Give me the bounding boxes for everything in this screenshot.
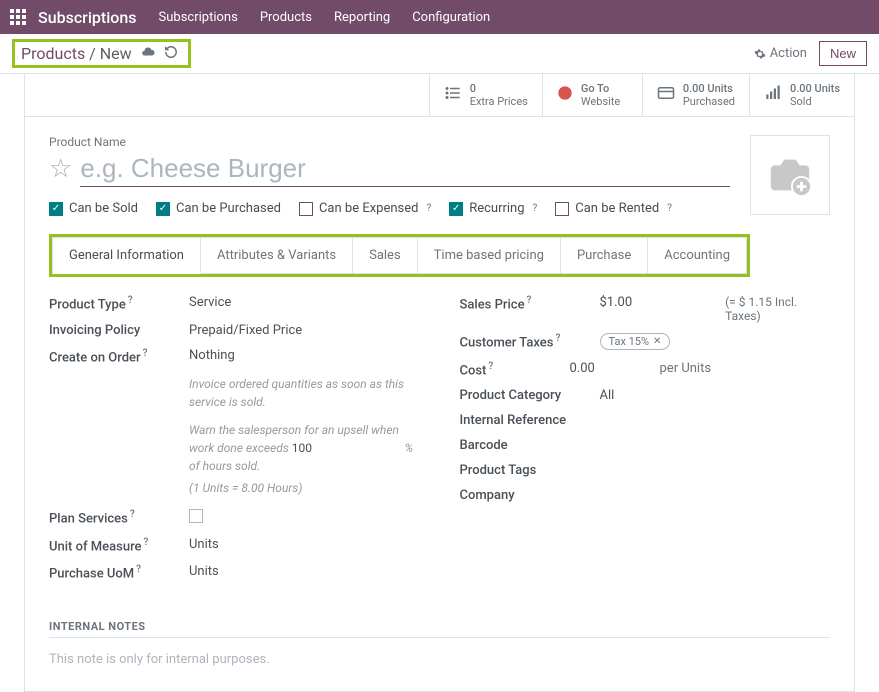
check-can-be-expensed[interactable]: Can be Expensed? xyxy=(299,201,431,216)
tab-sales[interactable]: Sales xyxy=(353,237,418,274)
help-icon[interactable]: ? xyxy=(527,295,532,306)
field-cost[interactable]: 0.00 xyxy=(570,361,660,378)
help-icon[interactable]: ? xyxy=(144,537,149,548)
bars-icon xyxy=(764,84,782,106)
field-uom[interactable]: Units xyxy=(189,537,420,552)
menu-subscriptions[interactable]: Subscriptions xyxy=(159,10,238,25)
sales-price-incl-taxes: (= $ 1.15 Incl. Taxes) xyxy=(725,295,830,323)
product-name-label: Product Name xyxy=(49,135,730,149)
label-sales-price: Sales Price? xyxy=(460,295,600,312)
check-can-be-sold[interactable]: ✓Can be Sold xyxy=(49,201,138,216)
control-bar: Products / New Action New xyxy=(0,34,879,74)
favorite-star-icon[interactable]: ☆ xyxy=(49,154,72,184)
field-product-category[interactable]: All xyxy=(600,388,831,403)
menu-configuration[interactable]: Configuration xyxy=(412,10,490,25)
label-plan-services: Plan Services? xyxy=(49,509,189,526)
check-recurring[interactable]: ✓Recurring? xyxy=(449,201,537,216)
label-purchase-uom: Purchase UoM? xyxy=(49,564,189,581)
label-invoicing-policy: Invoicing Policy xyxy=(49,323,189,338)
help-icon[interactable]: ? xyxy=(488,361,493,372)
help-icon[interactable]: ? xyxy=(130,509,135,520)
form-left-column: Product Type? Service Invoicing Policy P… xyxy=(49,295,420,591)
apps-grid-icon[interactable] xyxy=(10,9,26,25)
product-name-input[interactable] xyxy=(80,151,730,187)
upsell-threshold-input[interactable]: 100 xyxy=(292,439,402,457)
tag-remove-icon[interactable]: ✕ xyxy=(653,336,661,347)
stat-website[interactable]: Go ToWebsite xyxy=(542,74,642,116)
stat-sold[interactable]: 0.00 UnitsSold xyxy=(749,74,854,116)
menu-products[interactable]: Products xyxy=(260,10,312,25)
tab-purchase[interactable]: Purchase xyxy=(561,237,648,274)
hint-unit-hours: (1 Units = 8.00 Hours) xyxy=(189,481,420,495)
field-invoicing-policy[interactable]: Prepaid/Fixed Price xyxy=(189,323,420,338)
hint-upsell: Warn the salesperson for an upsell when … xyxy=(189,421,420,475)
camera-plus-icon xyxy=(767,152,813,198)
help-icon[interactable]: ? xyxy=(667,203,672,214)
label-create-on-order: Create on Order? xyxy=(49,348,189,365)
label-company: Company xyxy=(460,488,600,503)
tax-tag[interactable]: Tax 15%✕ xyxy=(600,333,671,350)
tab-attributes-variants[interactable]: Attributes & Variants xyxy=(201,237,353,274)
tab-time-based-pricing[interactable]: Time based pricing xyxy=(418,237,561,274)
help-icon[interactable]: ? xyxy=(555,333,560,344)
discard-icon[interactable] xyxy=(164,45,178,63)
breadcrumb-highlight: Products / New xyxy=(12,39,191,68)
app-brand: Subscriptions xyxy=(38,8,137,27)
check-can-be-rented[interactable]: Can be Rented? xyxy=(555,201,672,216)
stat-buttons: 0Extra Prices Go ToWebsite 0.00 UnitsPur… xyxy=(24,74,855,117)
field-product-type[interactable]: Service xyxy=(189,295,420,310)
form-tabs: General Information Attributes & Variant… xyxy=(52,237,747,274)
checkbox-plan-services[interactable] xyxy=(189,509,203,523)
check-can-be-purchased[interactable]: ✓Can be Purchased xyxy=(156,201,281,216)
cost-unit: per Units xyxy=(660,361,712,378)
field-purchase-uom[interactable]: Units xyxy=(189,564,420,579)
help-icon[interactable]: ? xyxy=(533,203,538,214)
label-uom: Unit of Measure? xyxy=(49,537,189,554)
help-icon[interactable]: ? xyxy=(128,295,133,306)
top-navbar: Subscriptions Subscriptions Products Rep… xyxy=(0,0,879,34)
field-create-on-order[interactable]: Nothing xyxy=(189,348,420,363)
breadcrumb-current: New xyxy=(100,44,132,63)
stat-purchased[interactable]: 0.00 UnitsPurchased xyxy=(642,74,749,116)
label-internal-reference: Internal Reference xyxy=(460,413,600,428)
save-cloud-icon[interactable] xyxy=(140,45,156,63)
action-dropdown[interactable]: Action xyxy=(754,46,807,61)
label-customer-taxes: Customer Taxes? xyxy=(460,333,600,350)
section-internal-notes-title: INTERNAL NOTES xyxy=(49,620,830,638)
label-barcode: Barcode xyxy=(460,438,600,453)
breadcrumb: Products / New xyxy=(21,44,132,63)
tab-accounting[interactable]: Accounting xyxy=(648,237,747,274)
label-product-type: Product Type? xyxy=(49,295,189,312)
hint-invoice-ordered: Invoice ordered quantities as soon as th… xyxy=(189,375,420,411)
globe-icon xyxy=(557,85,573,105)
form-right-column: Sales Price? $1.00 (= $ 1.15 Incl. Taxes… xyxy=(460,295,831,591)
breadcrumb-products-link[interactable]: Products xyxy=(21,44,85,63)
label-cost: Cost? xyxy=(460,361,570,378)
form-sheet: Product Name ☆ ✓Can be Sold ✓Can be Purc… xyxy=(24,117,855,691)
tabs-highlight: General Information Attributes & Variant… xyxy=(49,234,750,277)
help-icon[interactable]: ? xyxy=(136,564,141,575)
stat-extra-prices[interactable]: 0Extra Prices xyxy=(429,74,542,116)
top-menu: Subscriptions Products Reporting Configu… xyxy=(159,10,491,25)
internal-notes-input[interactable]: This note is only for internal purposes. xyxy=(49,652,830,667)
help-icon[interactable]: ? xyxy=(426,203,431,214)
label-product-category: Product Category xyxy=(460,388,600,403)
tab-general-information[interactable]: General Information xyxy=(52,237,201,274)
help-icon[interactable]: ? xyxy=(143,348,148,359)
menu-reporting[interactable]: Reporting xyxy=(334,10,390,25)
field-customer-taxes[interactable]: Tax 15%✕ xyxy=(600,333,831,350)
label-product-tags: Product Tags xyxy=(460,463,600,478)
list-icon xyxy=(444,84,462,106)
new-button[interactable]: New xyxy=(819,41,867,66)
product-image-upload[interactable] xyxy=(750,135,830,215)
field-sales-price[interactable]: $1.00 xyxy=(600,295,686,323)
gear-icon xyxy=(754,48,766,60)
product-options-checks: ✓Can be Sold ✓Can be Purchased Can be Ex… xyxy=(49,201,730,216)
credit-card-icon xyxy=(657,84,675,106)
